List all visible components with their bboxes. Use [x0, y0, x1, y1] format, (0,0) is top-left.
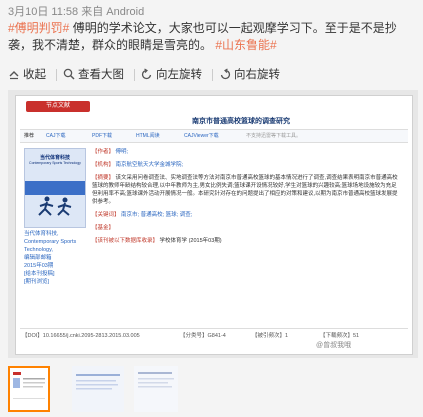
org-row: 【机构】 南京航空航天大学金城学院;: [92, 162, 184, 168]
rotate-left-button[interactable]: 向左旋转: [141, 66, 202, 82]
thumbnail-preview: [134, 366, 178, 412]
author-link[interactable]: 傅明;: [116, 149, 129, 155]
class-row: 【该刊被以下数据库收录】 学校体育学 (2015年03期): [92, 238, 222, 244]
post-source[interactable]: Android: [106, 6, 144, 18]
magnifier-icon: [63, 68, 75, 80]
journal-info-line[interactable]: [期刊浏览]: [24, 278, 86, 286]
journal-info: 当代体育科技, Contemporary Sports Technology, …: [24, 230, 86, 286]
class-number: 【分类号】G841-4: [180, 333, 226, 339]
doc-pdf-download: PDF下载: [92, 133, 113, 139]
doc-cajviewer-download: CAJViewer下载: [184, 133, 219, 139]
thumbnail-1[interactable]: [8, 366, 50, 412]
view-large-label: 查看大图: [78, 69, 124, 81]
doc-unsupported: 不支持迅雷等下载工具。: [246, 133, 302, 139]
collapse-icon: [9, 71, 19, 80]
post-image[interactable]: 节点文献 南京市普通高校篮球的调查研究 推荐 CAJ下载 PDF下载 HTML阅…: [8, 90, 418, 358]
doc-html-read: HTML阅读: [136, 133, 160, 139]
cited-count: 【被引频次】1: [252, 333, 289, 339]
thumbnail-2[interactable]: [72, 366, 124, 412]
thumbnail-preview: [12, 370, 46, 408]
rotate-right-button[interactable]: 向右旋转: [219, 66, 280, 82]
journal-cover: 当代体育科技 Contemporary Sports Technology: [24, 148, 86, 228]
cover-title: 当代体育科技: [39, 155, 70, 161]
fund-row: 【基金】: [92, 225, 115, 231]
hashtag-fuming[interactable]: #傅明判罚#: [8, 21, 69, 35]
doc-badge: 节点文献: [26, 101, 90, 112]
doc-recommend: 推荐: [24, 133, 35, 139]
cover-title-en: Contemporary Sports Technology: [29, 161, 81, 165]
thumbnail-strip: [8, 366, 418, 412]
collapse-button[interactable]: 收起: [8, 66, 46, 82]
rotate-left-label: 向左旋转: [156, 69, 202, 81]
keywords-links[interactable]: 南京市; 普通高校; 篮球; 调查;: [121, 212, 192, 218]
doc-title: 南京市普通高校篮球的调查研究: [192, 118, 290, 125]
abstract-row: 【摘要】 该文采用问卷调查法、实地调查法等方法对南京市普通高校篮球的基本情况进行…: [92, 175, 398, 205]
thumbnail-preview: [72, 366, 124, 412]
post-source-prefix: 来自: [81, 6, 104, 18]
journal-info-line[interactable]: Technology,: [24, 246, 86, 254]
doc-fields: 【作者】 傅明; 【机构】 南京航空航天大学金城学院; 【摘要】 该文采用问卷调…: [92, 148, 402, 250]
rotate-left-icon: [141, 68, 152, 80]
hashtag-shandong-luneng[interactable]: #山东鲁能#: [215, 38, 276, 52]
runner-figure-icon: [38, 196, 72, 216]
post-text: #傅明判罚# 傅明的学术论文，大家也可以一起观摩学习下。至于是不是抄袭，我不清楚…: [8, 20, 418, 54]
post-date: 3月10日: [8, 6, 49, 18]
doc-caj-download: CAJ下载: [46, 133, 66, 139]
journal-info-line[interactable]: 编辑部邮箱: [24, 254, 86, 262]
collapse-label: 收起: [23, 69, 46, 81]
keywords-row: 【关键词】 南京市; 普通高校; 篮球; 调查;: [92, 212, 193, 218]
journal-info-line[interactable]: Contemporary Sports: [24, 238, 86, 246]
doc-bottom-info: 【DOI】10.16655/j.cnki.2095-2813.2015.03.0…: [20, 328, 408, 339]
cover-band: [25, 181, 85, 195]
journal-info-line[interactable]: [给本刊投稿]: [24, 270, 86, 278]
document-screenshot: 节点文献 南京市普通高校篮球的调查研究 推荐 CAJ下载 PDF下载 HTML阅…: [15, 95, 413, 355]
watermark: @曾叔我哦: [316, 342, 352, 349]
post-time: 11:58: [51, 6, 79, 18]
doc-toolbar: 推荐 CAJ下载 PDF下载 HTML阅读 CAJViewer下载 不支持迅雷等…: [20, 129, 408, 143]
abstract-text: 该文采用问卷调查法、实地调查法等方法对南京市普通高校篮球的基本情况进行了调查,调…: [92, 175, 398, 205]
image-toolbar: 收起 查看大图 向左旋转 向右旋转: [0, 64, 423, 86]
rotate-right-label: 向右旋转: [234, 69, 280, 81]
post-meta: 3月10日 11:58 来自 Android: [8, 3, 144, 19]
journal-info-line[interactable]: 2015年03期: [24, 262, 86, 270]
view-large-button[interactable]: 查看大图: [63, 66, 124, 82]
rotate-right-icon: [220, 68, 231, 80]
org-link[interactable]: 南京航空航天大学金城学院;: [116, 162, 184, 168]
journal-info-line[interactable]: 当代体育科技,: [24, 230, 86, 238]
thumbnail-3[interactable]: [134, 366, 178, 412]
class-text: 学校体育学 (2015年03期): [159, 238, 222, 244]
doi: 【DOI】10.16655/j.cnki.2095-2813.2015.03.0…: [22, 333, 140, 339]
author-row: 【作者】 傅明;: [92, 149, 129, 155]
